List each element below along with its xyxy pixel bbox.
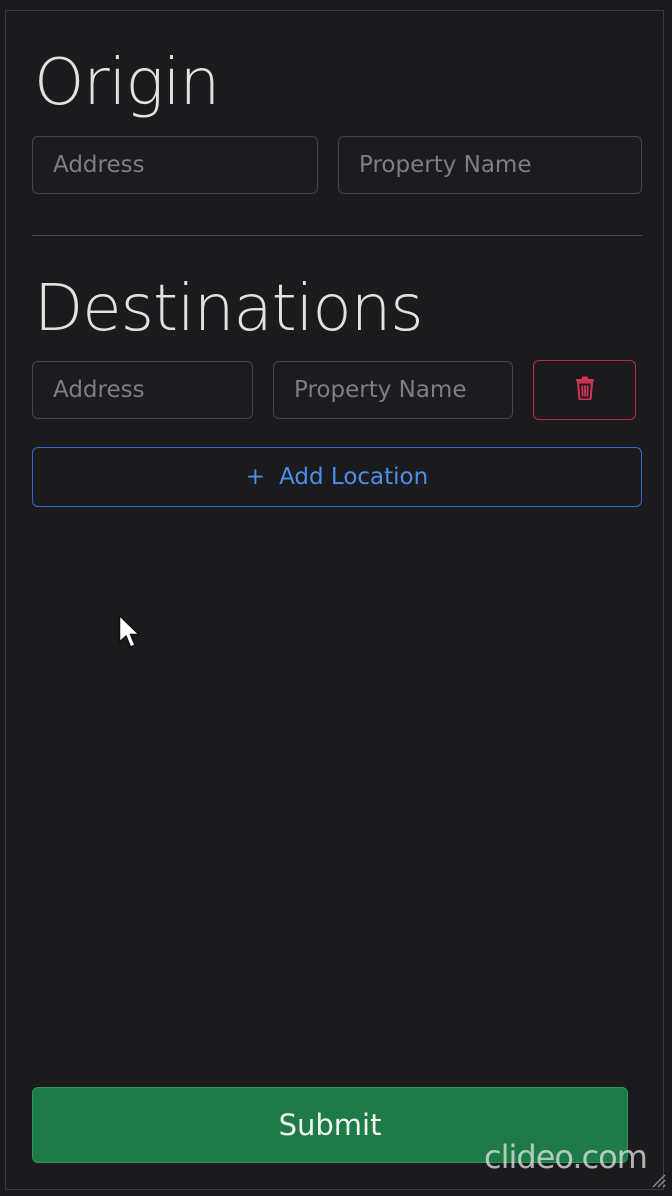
destination-property-name-input[interactable] — [273, 361, 513, 419]
origin-property-name-input[interactable] — [338, 136, 642, 194]
destinations-heading: Destinations — [34, 272, 424, 346]
trash-icon — [574, 376, 596, 404]
origin-address-input[interactable] — [32, 136, 318, 194]
add-location-button[interactable]: + Add Location — [32, 447, 642, 507]
section-divider — [32, 235, 642, 236]
destination-address-input[interactable] — [32, 361, 253, 419]
resize-grip-icon[interactable] — [650, 1172, 666, 1192]
watermark-text: clideo.com — [484, 1138, 648, 1176]
delete-destination-button[interactable] — [533, 360, 636, 420]
mouse-cursor-icon — [118, 614, 142, 656]
origin-heading: Origin — [34, 46, 220, 120]
plus-icon: + — [245, 464, 266, 490]
add-location-label: Add Location — [279, 464, 429, 490]
